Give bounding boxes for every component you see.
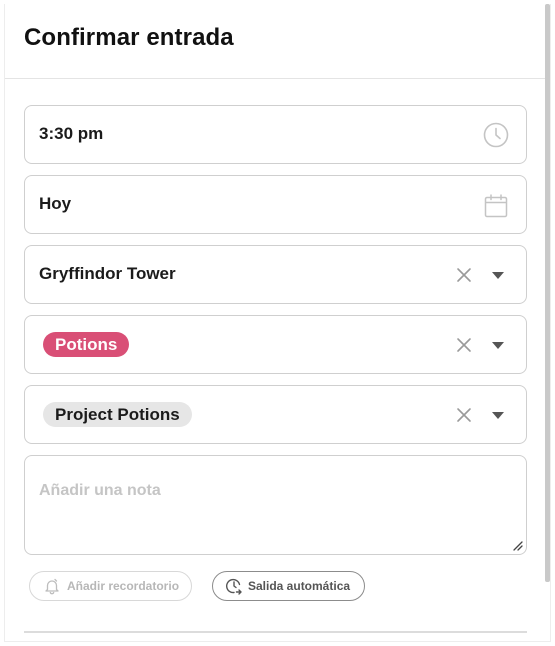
scrollbar[interactable] — [545, 4, 550, 582]
date-field[interactable]: Hoy — [24, 175, 527, 234]
chevron-down-icon[interactable] — [492, 412, 504, 420]
calendar-icon[interactable] — [483, 193, 509, 219]
dialog-title: Confirmar entrada — [24, 24, 234, 51]
time-value: 3:30 pm — [39, 124, 104, 143]
project-select[interactable]: Project Potions — [24, 385, 527, 444]
clock-exit-icon — [226, 578, 242, 595]
resize-handle-icon[interactable] — [511, 539, 523, 551]
date-value: Hoy — [39, 194, 72, 213]
clear-icon[interactable] — [456, 337, 472, 353]
clock-icon[interactable] — [483, 122, 509, 148]
dialog-header: Confirmar entrada — [5, 4, 546, 79]
chevron-down-icon[interactable] — [492, 342, 504, 350]
add-reminder-label: Añadir recordatorio — [67, 579, 180, 593]
confirm-entry-panel: Confirmar entrada 3:30 pm Hoy Gryffindor… — [4, 4, 551, 642]
bell-icon — [45, 578, 59, 595]
location-select[interactable]: Gryffindor Tower — [24, 245, 527, 304]
activity-chip: Potions — [43, 332, 130, 357]
add-reminder-button[interactable]: Añadir recordatorio — [29, 571, 192, 601]
project-chip: Project Potions — [43, 402, 192, 427]
note-placeholder: Añadir una nota — [39, 482, 161, 499]
time-field[interactable]: 3:30 pm — [24, 105, 527, 164]
clear-icon[interactable] — [456, 407, 472, 423]
note-textarea[interactable]: Añadir una nota — [24, 455, 527, 555]
location-value: Gryffindor Tower — [39, 264, 176, 283]
clear-icon[interactable] — [456, 267, 472, 283]
activity-select[interactable]: Potions — [24, 315, 527, 374]
auto-exit-button[interactable]: Salida automática — [212, 571, 365, 601]
auto-exit-label: Salida automática — [248, 579, 351, 593]
chevron-down-icon[interactable] — [492, 272, 504, 280]
bottom-divider — [24, 631, 527, 633]
